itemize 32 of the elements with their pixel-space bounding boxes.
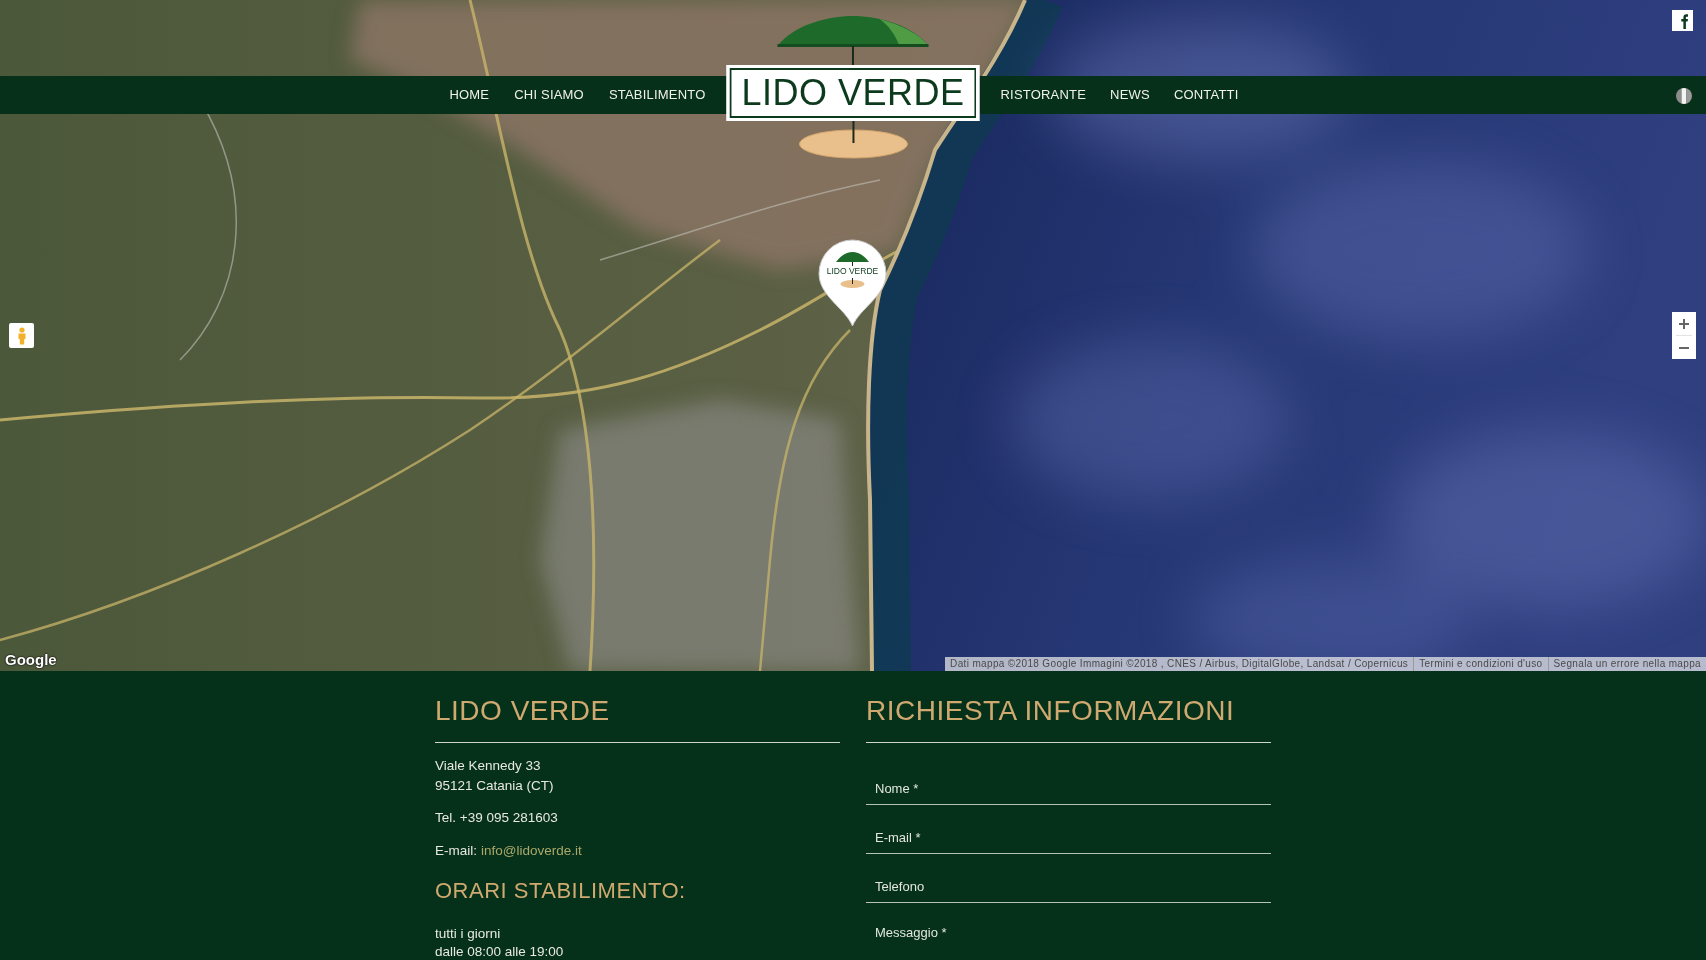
hours-line: tutti i giorni: [435, 925, 501, 943]
address-line: Viale Kennedy 33: [435, 757, 541, 775]
address-line: 95121 Catania (CT): [435, 777, 554, 795]
site-logo[interactable]: LIDO VERDE: [726, 65, 980, 121]
map-data-attribution: Dati mappa ©2018 Google Immagini ©2018 , CNES / Airbus, DigitalGlobe, Landsat / Copernicus: [949, 657, 1410, 671]
flag-icon[interactable]: [1676, 88, 1692, 104]
marker-label: LIDO VERDE: [826, 266, 879, 276]
message-field[interactable]: Messaggio *: [866, 912, 1271, 958]
email-link[interactable]: info@lidoverde.it: [481, 841, 582, 861]
nav-link[interactable]: CONTATTI: [1173, 86, 1239, 104]
minus-icon: [1679, 346, 1689, 349]
hours-line: dalle 08:00 alle 19:00: [435, 943, 564, 960]
hours-heading: ORARI STABILIMENTO:: [435, 877, 686, 905]
nav-link[interactable]: CHI SIAMO: [514, 86, 584, 104]
nav-link[interactable]: HOME: [449, 86, 490, 104]
input-field[interactable]: E-mail *: [866, 814, 1271, 854]
map-provider-logo[interactable]: Google: [5, 651, 57, 668]
person-icon: [16, 326, 27, 345]
nav-link[interactable]: RISTORANTE: [1000, 86, 1087, 104]
input-field[interactable]: Nome *: [866, 765, 1271, 805]
facebook-icon[interactable]: [1672, 10, 1693, 31]
section-heading: RICHIESTA INFORMAZIONI: [866, 694, 1235, 728]
map-pin-icon[interactable]: [817, 238, 888, 327]
nav-link[interactable]: STABILIMENTO: [608, 86, 706, 104]
section-heading: LIDO VERDE: [435, 694, 610, 728]
input-field[interactable]: Telefono: [866, 863, 1271, 903]
plus-icon: [1679, 318, 1689, 329]
nav-link[interactable]: NEWS: [1110, 86, 1150, 104]
email-label: E-mail:: [435, 842, 477, 860]
phone-number: Tel. +39 095 281603: [435, 809, 558, 827]
terms-link[interactable]: Termini e condizioni d'uso: [1413, 657, 1548, 671]
report-error-link[interactable]: Segnala un errore nella mappa: [1547, 657, 1706, 671]
